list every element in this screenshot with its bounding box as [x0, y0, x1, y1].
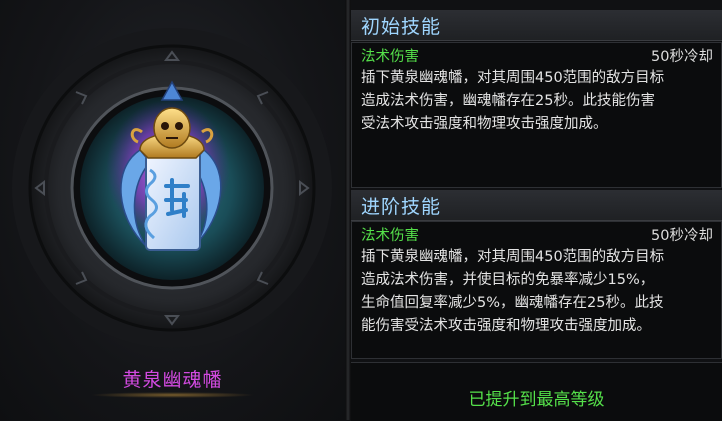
- initial-skill-box: 法术伤害 50秒冷却 插下黄泉幽魂幡，对其周围450范围的敌方目标 造成法术伤害…: [351, 42, 722, 188]
- max-level-status: 已提升到最高等级: [468, 390, 605, 410]
- initial-skill-type: 法术伤害: [361, 49, 419, 65]
- initial-skill-description: 插下黄泉幽魂幡，对其周围450范围的敌方目标 造成法术伤害，幽魂幡存在25秒。此…: [361, 70, 665, 132]
- advanced-skill-title: 进阶技能: [361, 196, 442, 218]
- initial-skill-header: 初始技能: [351, 10, 722, 41]
- item-display-panel: 黄泉幽魂幡: [0, 0, 345, 420]
- initial-skill-title: 初始技能: [361, 16, 442, 38]
- item-name: 黄泉幽魂幡: [122, 369, 223, 391]
- advanced-skill-box: 法术伤害 50秒冷却 插下黄泉幽魂幡，对其周围450范围的敌方目标 造成法术伤害…: [351, 221, 722, 359]
- advanced-skill-description: 插下黄泉幽魂幡，对其周围450范围的敌方目标 造成法术伤害，并使目标的免暴率减少…: [361, 249, 665, 334]
- advanced-skill-header: 进阶技能: [351, 190, 722, 221]
- item-name-glow: [90, 392, 255, 398]
- advanced-skill-type: 法术伤害: [361, 228, 419, 244]
- advanced-skill-cooldown: 50秒冷却: [651, 228, 713, 244]
- item-emblem: [12, 28, 332, 348]
- max-level-box: 已提升到最高等级: [351, 362, 722, 421]
- initial-skill-cooldown: 50秒冷却: [651, 49, 713, 65]
